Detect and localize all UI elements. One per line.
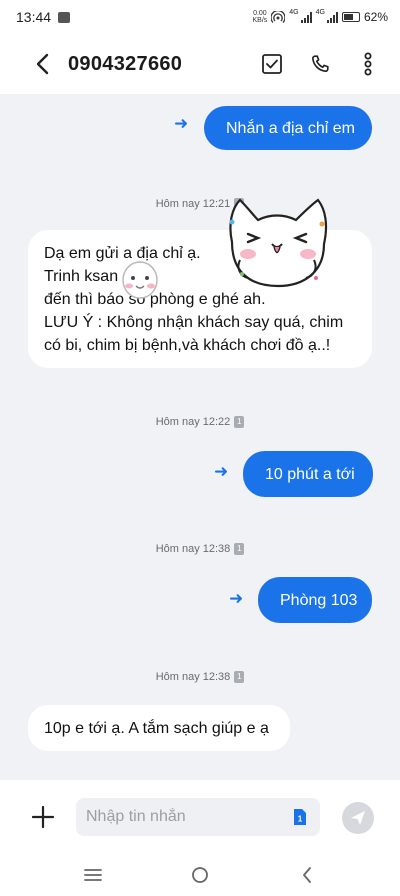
phone-icon [312,55,329,72]
menu-lines-icon [84,869,103,881]
more-vertical-icon [364,52,372,76]
sent-status-icon: ➜ [229,589,244,608]
battery-percent: 62% [363,10,388,24]
sim-card-icon: 1 [294,809,306,825]
circle-home-icon [192,867,208,883]
nav-back-button[interactable] [285,857,329,893]
network-speed: 0.00 KB/s [252,10,268,24]
conversation-header: 0904327660 [0,34,400,94]
outgoing-message[interactable]: Nhắn a địa chỉ em [204,106,372,150]
call-button[interactable] [302,46,338,82]
hotspot-icon [271,11,286,23]
contact-title[interactable]: 0904327660 [68,53,182,76]
battery-icon [341,12,360,22]
svg-text:1: 1 [298,815,303,824]
outgoing-message[interactable]: Phòng 103 [258,577,372,623]
sent-status-icon: ➜ [214,462,229,481]
signal-sim1-icon [300,11,312,23]
message-timestamp: Hôm nay 12:22 1 [0,416,400,428]
more-options-button[interactable] [350,46,386,82]
sim-indicator-icon: 1 [234,671,245,683]
sim-select-button[interactable]: 1 [288,806,310,828]
header-actions [254,46,386,82]
select-messages-button[interactable] [254,46,290,82]
outgoing-message[interactable]: 10 phút a tới [243,451,373,497]
sent-status-icon: ➜ [174,114,189,133]
notification-icon [58,11,71,23]
message-list[interactable]: ➜ Nhắn a địa chỉ em Hôm nay 12:21 1 Dạ e… [0,94,400,780]
status-indicators: 0.00 KB/s 4G 4G 62% [252,8,388,25]
system-navigation-bar [0,854,400,896]
message-timestamp: Hôm nay 12:38 1 [0,543,400,555]
composer-bar: 1 [0,780,400,854]
message-timestamp: Hôm nay 12:38 1 [0,671,400,683]
message-input[interactable] [76,798,320,836]
attach-button[interactable] [28,802,58,832]
back-button[interactable] [20,42,64,86]
bear-sticker [122,261,158,299]
send-button[interactable] [342,802,374,834]
sim-indicator-icon: 1 [234,416,245,428]
sim1-network-label: 4G [289,8,299,16]
incoming-message[interactable]: 10p e tới ạ. A tắm sạch giúp e ạ [28,705,290,751]
sim-indicator-icon: 1 [234,543,245,555]
message-timestamp: Hôm nay 12:21 1 [0,198,400,210]
send-icon [351,811,365,825]
status-bar: 13:44 0.00 KB/s 4G 4G 62% [0,0,400,34]
checkbox-icon [262,54,282,74]
cat-sticker [229,198,328,288]
home-button[interactable] [178,857,222,893]
sim2-network-label: 4G [315,8,325,16]
chevron-back-icon [302,867,311,883]
signal-sim2-icon [326,11,338,23]
recents-button[interactable] [71,857,115,893]
status-time: 13:44 [16,9,52,25]
plus-icon [31,805,55,829]
chevron-left-icon [36,53,49,75]
